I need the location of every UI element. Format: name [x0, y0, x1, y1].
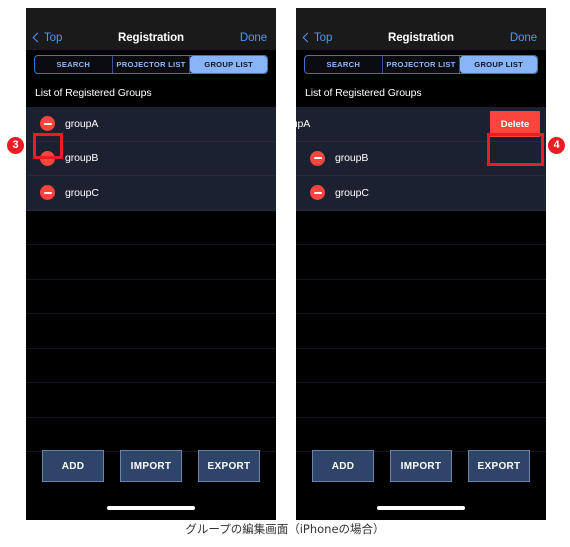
screenshot-stage: Top Registration Done SEARCH PROJECTOR L… [0, 0, 570, 547]
table-row-empty [26, 314, 276, 349]
add-button-right[interactable]: ADD [312, 450, 374, 482]
tab-group-list-left[interactable]: GROUP LIST [190, 56, 267, 73]
row-label: groupC [335, 186, 369, 199]
page-title-left: Registration [118, 31, 184, 44]
table-row-groupB-left[interactable]: groupB [26, 141, 276, 176]
page-title-right: Registration [388, 31, 454, 44]
group-list-right: oupA Delete groupB groupC [296, 107, 546, 452]
annotation-badge-4: 4 [548, 137, 565, 154]
phone-screen-right: Top Registration Done SEARCH PROJECTOR L… [296, 8, 546, 520]
table-row-groupA-right-swiped[interactable]: oupA Delete [296, 107, 546, 142]
table-row-empty [296, 417, 546, 452]
import-button-right[interactable]: IMPORT [390, 450, 452, 482]
segmented-control-right[interactable]: SEARCH PROJECTOR LIST GROUP LIST [304, 55, 538, 74]
status-bar-right [296, 8, 546, 25]
delete-button[interactable]: Delete [490, 111, 540, 137]
export-button-left[interactable]: EXPORT [198, 450, 260, 482]
row-label-swiped: oupA [296, 117, 311, 130]
back-button-label: Top [314, 31, 333, 44]
back-button-right[interactable]: Top [302, 31, 333, 44]
table-row-empty [26, 383, 276, 418]
row-label: groupB [335, 152, 369, 165]
back-button-label: Top [44, 31, 63, 44]
table-row-groupA-left[interactable]: groupA [26, 107, 276, 142]
table-row-empty [296, 348, 546, 383]
import-button-left[interactable]: IMPORT [120, 450, 182, 482]
tab-projector-list-right[interactable]: PROJECTOR LIST [383, 56, 461, 73]
export-button-right[interactable]: EXPORT [468, 450, 530, 482]
minus-circle-icon-groupA[interactable] [40, 116, 55, 132]
done-button-left[interactable]: Done [240, 32, 267, 44]
tab-group-list-right[interactable]: GROUP LIST [460, 56, 537, 73]
minus-circle-icon-groupB[interactable] [40, 150, 55, 166]
chevron-left-icon [302, 32, 313, 43]
table-row-empty [26, 348, 276, 383]
table-row-empty [26, 279, 276, 314]
home-indicator-right [377, 506, 465, 510]
phone-screen-left: Top Registration Done SEARCH PROJECTOR L… [26, 8, 276, 520]
section-header-left: List of Registered Groups [26, 81, 276, 107]
table-row-empty [26, 210, 276, 245]
tab-search-right[interactable]: SEARCH [305, 56, 383, 73]
add-button-left[interactable]: ADD [42, 450, 104, 482]
section-header-right: List of Registered Groups [296, 81, 546, 107]
chevron-left-icon [32, 32, 43, 43]
annotation-badge-3: 3 [7, 137, 24, 154]
table-row-groupC-left[interactable]: groupC [26, 176, 276, 211]
back-button-left[interactable]: Top [32, 31, 63, 44]
segmented-control-wrap-left: SEARCH PROJECTOR LIST GROUP LIST [26, 50, 276, 81]
status-bar-left [26, 8, 276, 25]
segmented-control-wrap-right: SEARCH PROJECTOR LIST GROUP LIST [296, 50, 546, 81]
nav-bar-left: Top Registration Done [26, 25, 276, 50]
table-row-empty [296, 210, 546, 245]
figure-caption: グループの編集画面（iPhoneの場合） [185, 522, 385, 536]
table-row-empty [296, 245, 546, 280]
table-row-empty [296, 383, 546, 418]
table-row-empty [26, 417, 276, 452]
minus-circle-icon-groupC[interactable] [310, 185, 325, 201]
table-row-empty [26, 245, 276, 280]
group-list-left: groupA groupB groupC [26, 107, 276, 452]
done-button-right[interactable]: Done [510, 32, 537, 44]
table-row-groupB-right[interactable]: groupB [296, 141, 546, 176]
segmented-control-left[interactable]: SEARCH PROJECTOR LIST GROUP LIST [34, 55, 268, 74]
table-row-groupC-right[interactable]: groupC [296, 176, 546, 211]
row-label: groupB [65, 152, 99, 165]
tab-projector-list-left[interactable]: PROJECTOR LIST [113, 56, 191, 73]
row-label: groupA [65, 117, 99, 130]
nav-bar-right: Top Registration Done [296, 25, 546, 50]
row-label: groupC [65, 186, 99, 199]
tab-search-left[interactable]: SEARCH [35, 56, 113, 73]
minus-circle-icon-groupC[interactable] [40, 185, 55, 201]
home-indicator-left [107, 506, 195, 510]
table-row-empty [296, 279, 546, 314]
action-button-bar-left: ADD IMPORT EXPORT [26, 450, 276, 482]
action-button-bar-right: ADD IMPORT EXPORT [296, 450, 546, 482]
table-row-empty [296, 314, 546, 349]
minus-circle-icon-groupB[interactable] [310, 150, 325, 166]
